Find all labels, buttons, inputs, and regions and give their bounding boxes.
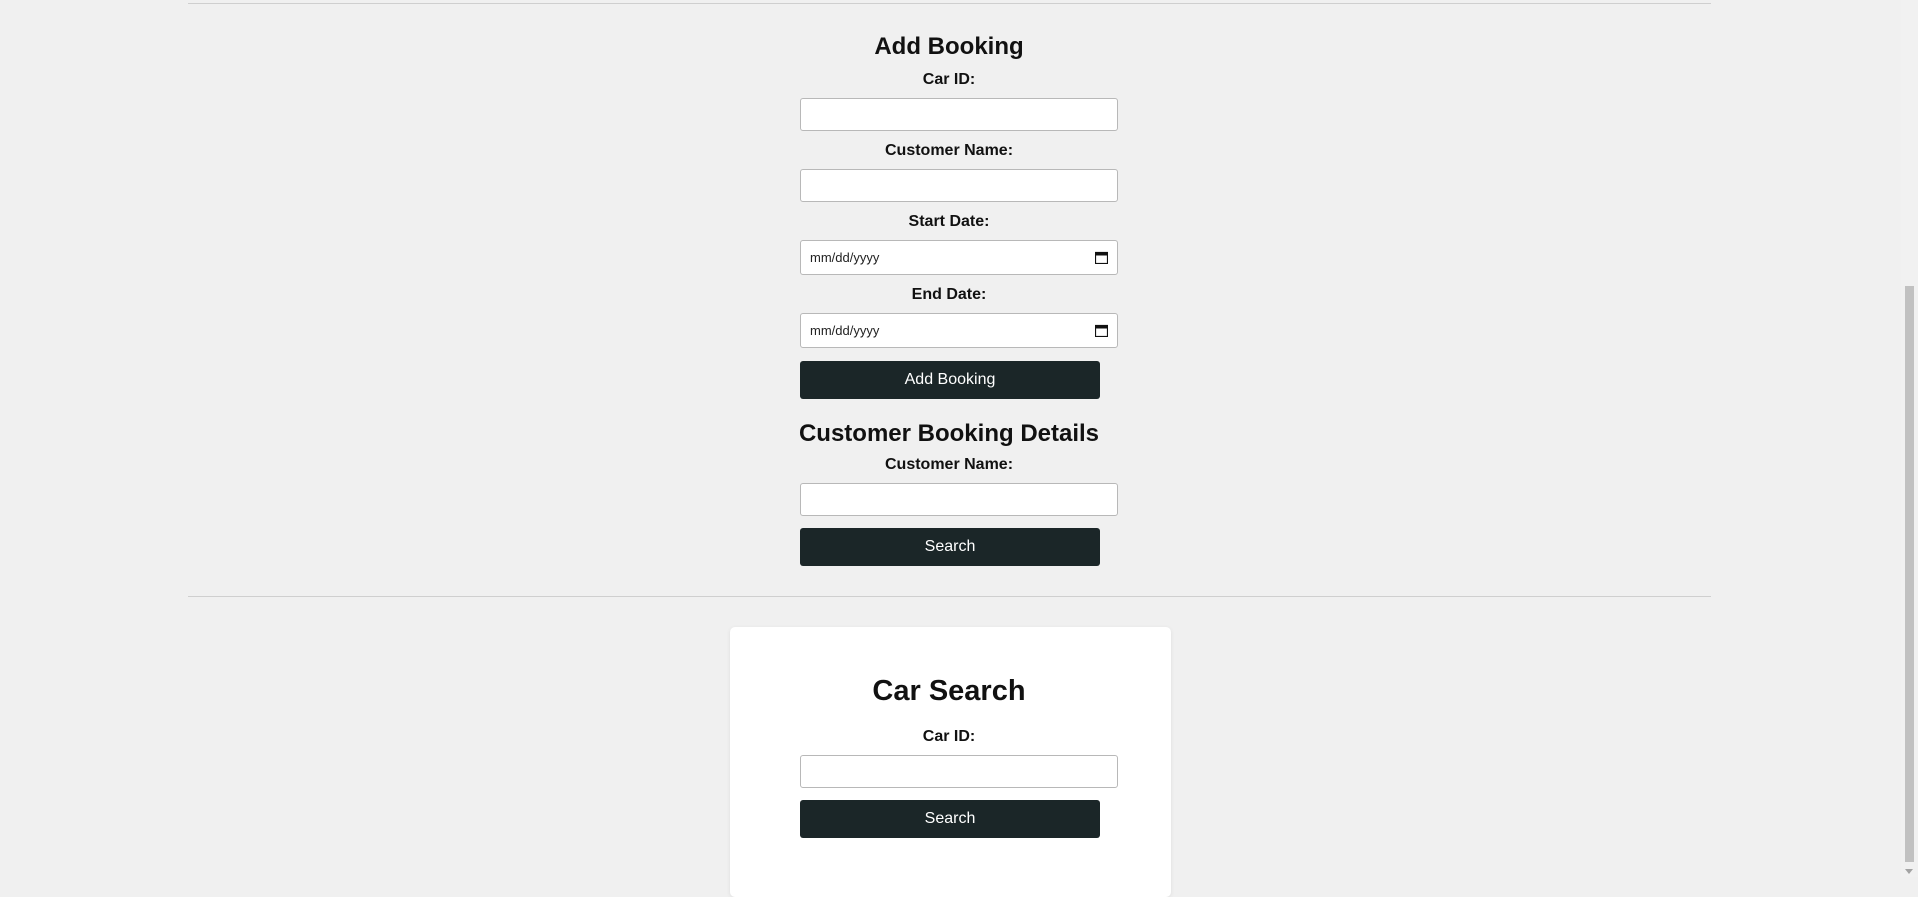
customer-name-label: Customer Name: xyxy=(884,142,1014,159)
car-id-label: Car ID: xyxy=(922,71,976,88)
car-id-input[interactable] xyxy=(800,98,1118,131)
vertical-scrollbar[interactable] xyxy=(1901,0,1918,877)
booking-customer-name-input[interactable] xyxy=(800,483,1118,516)
section-divider xyxy=(188,596,1711,597)
calendar-icon[interactable] xyxy=(1095,251,1108,264)
booking-customer-name-label: Customer Name: xyxy=(884,456,1014,473)
start-date-input[interactable]: mm/dd/yyyy xyxy=(800,240,1118,275)
booking-search-button[interactable]: Search xyxy=(800,528,1100,566)
top-divider xyxy=(188,3,1711,4)
car-search-title: Car Search xyxy=(872,675,1026,707)
start-date-label: Start Date: xyxy=(908,213,990,230)
scroll-down-arrow-icon[interactable] xyxy=(1905,869,1913,874)
customer-name-input[interactable] xyxy=(800,169,1118,202)
end-date-label: End Date: xyxy=(911,286,987,303)
car-search-car-id-label: Car ID: xyxy=(922,728,976,745)
add-booking-button[interactable]: Add Booking xyxy=(800,361,1100,399)
add-booking-title: Add Booking xyxy=(874,33,1024,60)
calendar-icon[interactable] xyxy=(1095,324,1108,337)
scrollbar-thumb[interactable] xyxy=(1905,286,1914,862)
car-search-button[interactable]: Search xyxy=(800,800,1100,838)
end-date-placeholder: mm/dd/yyyy xyxy=(810,323,880,338)
start-date-placeholder: mm/dd/yyyy xyxy=(810,250,880,265)
customer-booking-details-title: Customer Booking Details xyxy=(798,420,1100,447)
end-date-input[interactable]: mm/dd/yyyy xyxy=(800,313,1118,348)
car-search-car-id-input[interactable] xyxy=(800,755,1118,788)
